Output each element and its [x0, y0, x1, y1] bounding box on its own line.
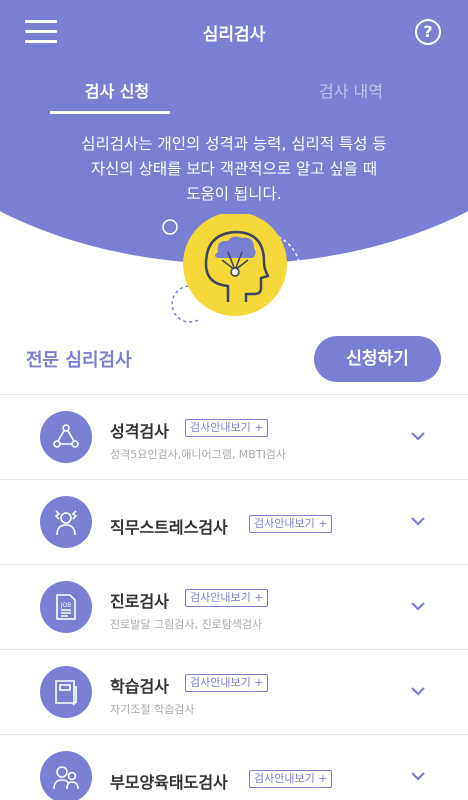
list-item-career[interactable]: JOB 진로검사 검사안내보기 + 진로발달 그림검사, 진로탐색검사	[0, 565, 468, 650]
hero-description: 심리검사는 개인의 성격과 능력, 심리적 특성 등 자신의 상태를 보다 객관…	[0, 132, 468, 207]
notebook-icon	[40, 666, 92, 718]
top-bar: 심리검사 ?	[0, 0, 468, 66]
parent-child-icon	[40, 751, 92, 800]
stressed-person-icon	[40, 496, 92, 548]
chevron-down-icon[interactable]	[410, 771, 426, 781]
chevron-down-icon[interactable]	[410, 431, 426, 441]
list-item-job-stress[interactable]: 직무스트레스검사 검사안내보기 +	[0, 480, 468, 565]
svg-text:JOB: JOB	[60, 602, 72, 609]
hero-line: 심리검사는 개인의 성격과 능력, 심리적 특성 등	[81, 135, 387, 153]
tab-bar: 검사 신청 검사 내역	[0, 66, 468, 114]
guide-link[interactable]: 검사안내보기 +	[185, 589, 269, 607]
chevron-down-icon[interactable]	[410, 516, 426, 526]
item-name: 학습검사	[110, 677, 169, 696]
hero-banner: 심리검사는 개인의 성격과 능력, 심리적 특성 등 자신의 상태를 보다 객관…	[0, 114, 468, 334]
section-title: 전문 심리검사	[26, 350, 132, 371]
list-item-parenting[interactable]: 부모양육태도검사 검사안내보기 +	[0, 735, 468, 800]
item-subtitle: 성격5요인검사,애니어그램, MBTI검사	[110, 448, 287, 461]
head-brain-icon	[162, 214, 301, 323]
chevron-down-icon[interactable]	[410, 686, 426, 696]
help-icon[interactable]: ?	[415, 19, 441, 45]
tab-apply[interactable]: 검사 신청	[0, 78, 234, 102]
hero-line: 도움이 됩니다.	[186, 185, 282, 203]
chevron-down-icon[interactable]	[410, 601, 426, 611]
item-name: 진로검사	[110, 592, 169, 611]
test-list: 성격검사 검사안내보기 + 성격5요인검사,애니어그램, MBTI검사 직무스트…	[0, 394, 468, 800]
page-title: 심리검사	[202, 25, 266, 45]
item-name: 부모양육태도검사	[110, 773, 228, 792]
item-subtitle: 자기조절 학습검사	[110, 703, 195, 716]
job-document-icon: JOB	[40, 581, 92, 633]
item-subtitle: 진로발달 그림검사, 진로탐색검사	[110, 618, 263, 631]
list-item-personality[interactable]: 성격검사 검사안내보기 + 성격5요인검사,애니어그램, MBTI검사	[0, 395, 468, 480]
guide-link[interactable]: 검사안내보기 +	[249, 515, 333, 533]
guide-link[interactable]: 검사안내보기 +	[185, 419, 269, 437]
tab-history[interactable]: 검사 내역	[234, 78, 468, 102]
apply-button[interactable]: 신청하기	[314, 336, 441, 382]
guide-link[interactable]: 검사안내보기 +	[249, 770, 333, 788]
item-name: 직무스트레스검사	[110, 518, 228, 537]
hero-line: 자신의 상태를 보다 객관적으로 알고 싶을 때	[90, 160, 378, 178]
people-network-icon	[40, 411, 92, 463]
item-name: 성격검사	[110, 422, 169, 441]
list-item-learning[interactable]: 학습검사 검사안내보기 + 자기조절 학습검사	[0, 650, 468, 735]
guide-link[interactable]: 검사안내보기 +	[185, 674, 269, 692]
